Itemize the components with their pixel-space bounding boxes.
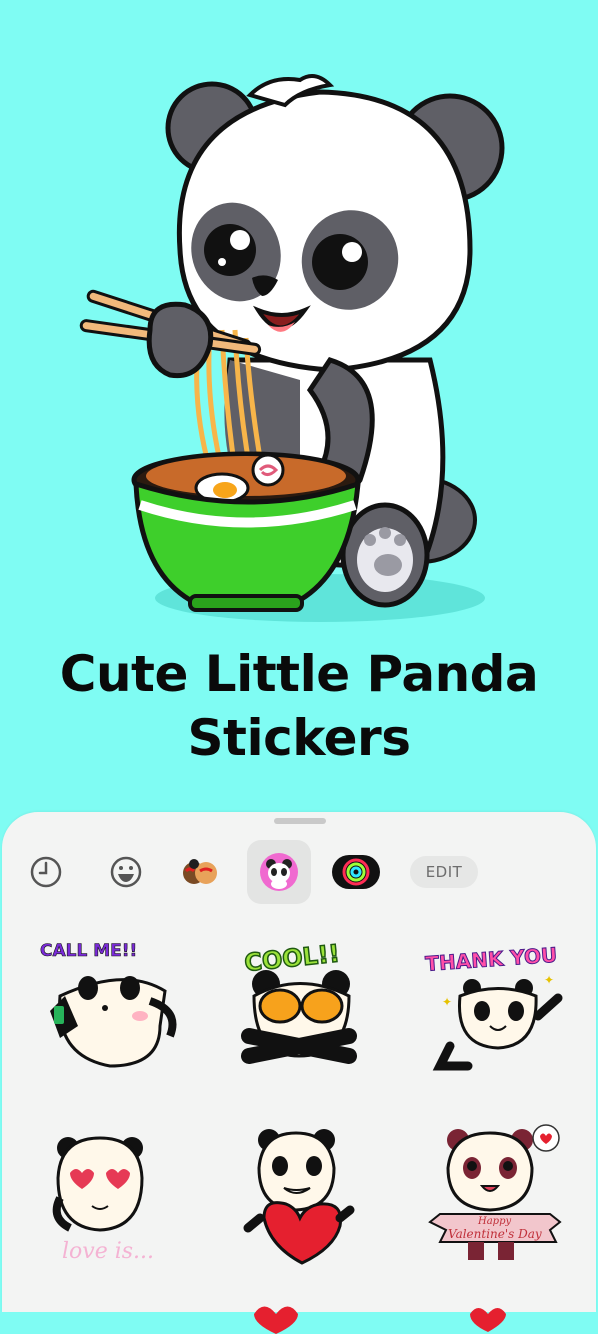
sticker-toolbar: EDIT <box>2 836 596 906</box>
memoji-icon <box>183 859 217 884</box>
sticker-valentines-text: Valentine's Day <box>448 1227 542 1241</box>
sticker-love-is[interactable]: love is... <box>30 1118 180 1268</box>
panda-foot <box>340 502 430 608</box>
emoji-tab[interactable] <box>106 852 146 892</box>
memoji-tab[interactable] <box>178 852 222 892</box>
sticker-partial-heart-right[interactable] <box>420 1294 570 1334</box>
svg-text:✦: ✦ <box>544 973 554 987</box>
sticker-love-is-text: love is... <box>62 1239 154 1264</box>
sticker-thank-you[interactable]: THANK YOU ✦ ✦ <box>420 926 570 1076</box>
drag-handle[interactable] <box>274 818 326 824</box>
clock-icon <box>30 856 62 888</box>
sticker-happy-text: Happy <box>477 1216 511 1227</box>
sticker-call-me-text: CALL ME!! <box>40 941 137 961</box>
edit-button[interactable]: EDIT <box>410 856 478 888</box>
svg-text:✦: ✦ <box>442 995 452 1009</box>
title-line-1: Cute Little Panda <box>59 645 539 703</box>
sticker-thank-you-text: THANK YOU <box>425 943 558 976</box>
panda-pack-icon <box>260 853 298 891</box>
sticker-partial-heart-left[interactable] <box>224 1294 374 1334</box>
activity-stickers-tab[interactable] <box>332 852 380 892</box>
title-line-2: Stickers <box>187 709 411 767</box>
sticker-cool[interactable]: COOL!! <box>224 926 374 1076</box>
sticker-call-me[interactable]: CALL ME!! <box>30 926 180 1076</box>
sticker-cool-text: COOL!! <box>243 939 341 977</box>
panda-ramen-illustration <box>79 74 505 622</box>
sticker-heart-panda[interactable] <box>224 1118 374 1268</box>
page-title: Cute Little Panda Stickers <box>0 642 598 770</box>
sticker-valentines-day[interactable]: Happy Valentine's Day <box>420 1118 570 1268</box>
smiley-icon <box>110 856 142 888</box>
activity-rings-icon <box>332 855 380 889</box>
sticker-keyboard-panel: EDIT CALL ME!! COOL!! THANK YOU ✦ ✦ love… <box>2 812 596 1334</box>
recent-tab[interactable] <box>26 852 66 892</box>
panda-sticker-pack-tab[interactable] <box>247 840 311 904</box>
